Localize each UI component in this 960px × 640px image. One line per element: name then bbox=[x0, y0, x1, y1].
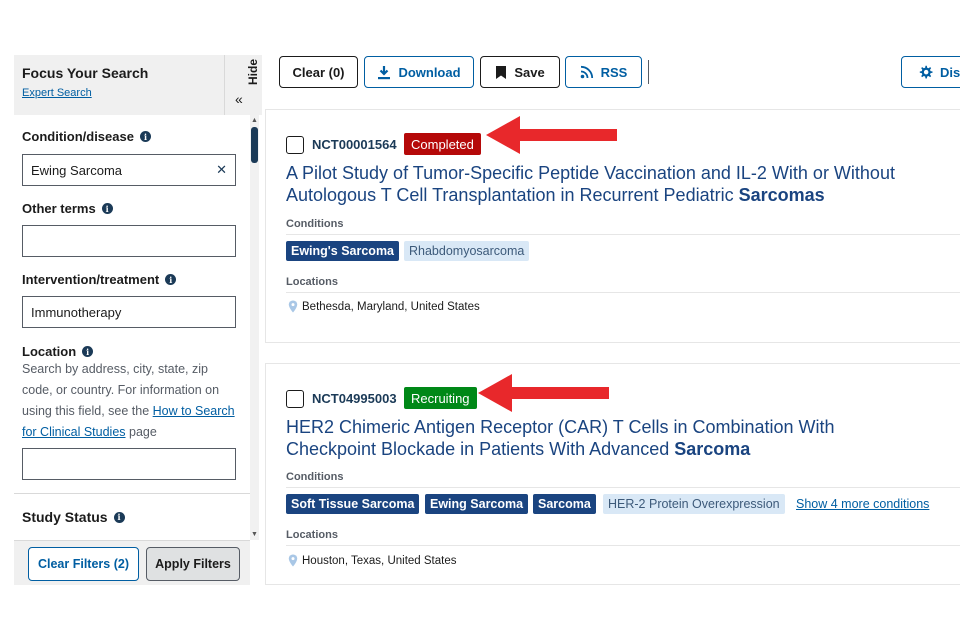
location-text: Houston, Texas, United States bbox=[302, 554, 457, 567]
intervention-label: Intervention/treatment i bbox=[22, 272, 177, 287]
scroll-down-arrow-icon[interactable]: ▼ bbox=[251, 531, 258, 538]
filter-panel: Condition/disease i Ewing Sarcoma ✕ Othe… bbox=[14, 115, 250, 540]
section-divider bbox=[286, 234, 960, 235]
info-icon[interactable]: i bbox=[165, 274, 177, 285]
locations-label: Locations bbox=[286, 276, 338, 288]
select-study-checkbox[interactable] bbox=[286, 390, 304, 408]
location-entry: Bethesda, Maryland, United States bbox=[288, 300, 480, 313]
show-more-conditions-link[interactable]: Show 4 more conditions bbox=[796, 497, 929, 511]
sidebar-scrollbar[interactable]: ▲ ▼ bbox=[250, 115, 259, 540]
rss-label: RSS bbox=[600, 64, 628, 80]
display-settings-button[interactable]: Disp bbox=[901, 56, 960, 88]
section-divider bbox=[286, 487, 960, 488]
hide-label: Hide bbox=[246, 59, 260, 86]
hide-sidebar-toggle[interactable]: Hide « bbox=[224, 55, 262, 115]
location-label: Location i bbox=[22, 344, 94, 359]
study-title-highlight: Sarcomas bbox=[738, 185, 825, 205]
study-title-text: HER2 Chimeric Antigen Receptor (CAR) T C… bbox=[286, 417, 835, 459]
nct-number-link[interactable]: NCT00001564 bbox=[312, 137, 397, 152]
other-terms-label: Other terms i bbox=[22, 201, 113, 216]
info-icon[interactable]: i bbox=[101, 203, 113, 214]
expert-search-link[interactable]: Expert Search bbox=[22, 87, 92, 99]
focus-search-title: Focus Your Search bbox=[22, 65, 149, 81]
status-badge: Recruiting bbox=[404, 387, 477, 409]
status-badge: Completed bbox=[404, 133, 481, 155]
section-divider bbox=[286, 292, 960, 293]
nct-number-link[interactable]: NCT04995003 bbox=[312, 391, 397, 406]
clear-filters-button[interactable]: Clear Filters (2) bbox=[28, 547, 139, 581]
condition-label-text: Condition/disease bbox=[22, 129, 134, 144]
study-title-link[interactable]: HER2 Chimeric Antigen Receptor (CAR) T C… bbox=[286, 416, 926, 460]
other-terms-input[interactable] bbox=[22, 225, 236, 257]
rss-button[interactable]: RSS bbox=[565, 56, 642, 88]
close-icon[interactable]: ✕ bbox=[216, 162, 227, 178]
map-pin-icon bbox=[288, 300, 298, 313]
section-divider bbox=[286, 545, 960, 546]
info-icon[interactable]: i bbox=[139, 131, 151, 142]
scroll-up-arrow-icon[interactable]: ▲ bbox=[251, 117, 258, 124]
annotation-arrow-icon bbox=[478, 374, 609, 412]
condition-tag[interactable]: Ewing Sarcoma bbox=[425, 494, 529, 514]
display-label: Disp bbox=[940, 64, 960, 80]
condition-tag[interactable]: Sarcoma bbox=[533, 494, 596, 514]
gear-icon bbox=[919, 65, 933, 78]
select-study-checkbox[interactable] bbox=[286, 136, 304, 154]
locations-label: Locations bbox=[286, 529, 338, 541]
condition-input[interactable]: Ewing Sarcoma ✕ bbox=[22, 154, 236, 186]
download-icon bbox=[378, 65, 391, 79]
result-card: NCT04995003 Recruiting HER2 Chimeric Ant… bbox=[265, 363, 960, 585]
info-icon[interactable]: i bbox=[82, 346, 94, 357]
intervention-input-value: Immunotherapy bbox=[31, 304, 122, 320]
bookmark-icon bbox=[496, 65, 507, 79]
intervention-input[interactable]: Immunotherapy bbox=[22, 296, 236, 328]
location-label-text: Location bbox=[22, 344, 77, 359]
location-text: Bethesda, Maryland, United States bbox=[302, 300, 480, 313]
download-button[interactable]: Download bbox=[364, 56, 474, 88]
filter-sidebar: Focus Your Search Expert Search Hide « C… bbox=[14, 55, 262, 585]
conditions-label: Conditions bbox=[286, 218, 344, 230]
condition-tag[interactable]: Soft Tissue Sarcoma bbox=[286, 494, 420, 514]
toolbar-separator bbox=[648, 60, 649, 84]
download-label: Download bbox=[398, 64, 461, 80]
clear-selection-button[interactable]: Clear (0) bbox=[279, 56, 358, 88]
save-label: Save bbox=[514, 64, 545, 80]
clear-selection-label: Clear (0) bbox=[292, 64, 345, 80]
location-help-text: Search by address, city, state, zip code… bbox=[22, 359, 240, 443]
save-button[interactable]: Save bbox=[480, 56, 560, 88]
condition-tag[interactable]: Rhabdomyosarcoma bbox=[404, 241, 530, 261]
condition-input-value: Ewing Sarcoma bbox=[31, 162, 123, 178]
focus-search-header: Focus Your Search Expert Search bbox=[14, 55, 224, 115]
info-icon[interactable]: i bbox=[113, 511, 125, 523]
other-terms-label-text: Other terms bbox=[22, 201, 96, 216]
apply-filters-button[interactable]: Apply Filters bbox=[146, 547, 240, 581]
study-title-highlight: Sarcoma bbox=[674, 439, 751, 459]
location-input[interactable] bbox=[22, 448, 236, 480]
condition-tag[interactable]: HER-2 Protein Overexpression bbox=[603, 494, 785, 514]
study-status-label-text: Study Status bbox=[22, 509, 108, 525]
annotation-arrow-icon bbox=[486, 116, 617, 154]
condition-label: Condition/disease i bbox=[22, 129, 151, 144]
scrollbar-thumb[interactable] bbox=[251, 127, 258, 163]
map-pin-icon bbox=[288, 554, 298, 567]
study-status-label: Study Status i bbox=[22, 509, 125, 525]
location-help-post: page bbox=[125, 425, 157, 439]
conditions-label: Conditions bbox=[286, 471, 344, 483]
chevron-left-double-icon: « bbox=[235, 91, 243, 107]
condition-tag[interactable]: Ewing's Sarcoma bbox=[286, 241, 400, 261]
sidebar-footer: Clear Filters (2) Apply Filters bbox=[14, 540, 250, 585]
rss-icon bbox=[580, 65, 593, 79]
study-title-link[interactable]: A Pilot Study of Tumor-Specific Peptide … bbox=[286, 162, 926, 206]
location-entry: Houston, Texas, United States bbox=[288, 554, 457, 567]
intervention-label-text: Intervention/treatment bbox=[22, 272, 160, 287]
section-divider bbox=[14, 493, 250, 494]
